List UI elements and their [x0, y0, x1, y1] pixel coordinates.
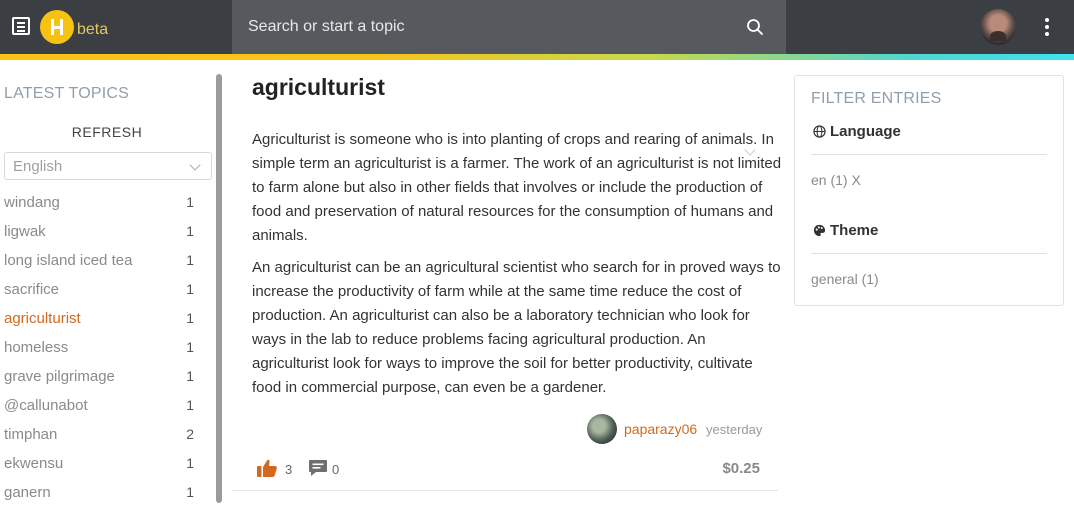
entry-paragraph: An agriculturist can be an agricultural …	[252, 259, 781, 396]
search-icon[interactable]	[746, 18, 764, 36]
topic-item[interactable]: ligwak 1	[4, 219, 200, 248]
chevron-down-icon	[189, 159, 201, 171]
filter-divider	[811, 154, 1047, 155]
comment-count: 0	[332, 462, 340, 477]
entry-paragraph: Agriculturist is someone who is into pla…	[252, 131, 782, 244]
entry-body: Agriculturist is someone who is into pla…	[252, 128, 782, 408]
topic-item[interactable]: timphan 2	[4, 422, 200, 451]
filter-panel: FILTER ENTRIES Language en (1) X Theme g…	[794, 75, 1064, 306]
language-select[interactable]: English	[4, 152, 212, 180]
hive-logo-icon[interactable]	[40, 10, 74, 44]
author-name[interactable]: paparazy06	[624, 421, 697, 437]
theme-filter-label: Theme	[813, 222, 878, 239]
language-filter-label: Language	[813, 123, 901, 140]
topic-name: ekwensu	[4, 455, 64, 472]
topic-name: sacrifice	[4, 281, 60, 298]
entry-divider	[232, 490, 778, 491]
entry-card: agriculturist Agriculturist is someone w…	[232, 60, 782, 503]
thumbs-up-icon[interactable]	[256, 458, 278, 478]
topic-name: ganern	[4, 484, 51, 501]
user-avatar[interactable]	[980, 9, 1016, 45]
search-bar	[232, 0, 786, 54]
beta-label: beta	[77, 21, 109, 38]
topic-name: grave pilgrimage	[4, 368, 115, 385]
topic-name: agriculturist	[4, 310, 81, 327]
entry-title: agriculturist	[252, 74, 385, 100]
topic-count: 1	[186, 281, 194, 297]
language-select-value: English	[13, 158, 63, 175]
topic-count: 2	[186, 426, 194, 442]
topic-count: 1	[186, 484, 194, 500]
entry-actions: 3 0 $0.25	[256, 458, 776, 482]
like-count: 3	[285, 462, 293, 477]
topic-count: 1	[186, 194, 194, 210]
theme-filter-text: Theme	[830, 222, 879, 239]
topic-count: 1	[186, 339, 194, 355]
topic-item[interactable]: grave pilgrimage 1	[4, 364, 200, 393]
topic-count: 1	[186, 397, 194, 413]
topic-name: windang	[4, 194, 60, 211]
refresh-button[interactable]: REFRESH	[4, 117, 210, 147]
topic-name: homeless	[4, 339, 69, 356]
topic-item[interactable]: homeless 1	[4, 335, 200, 364]
list-menu-icon[interactable]	[12, 17, 30, 35]
topic-count: 1	[186, 455, 194, 471]
filter-divider	[811, 253, 1047, 254]
topic-item[interactable]: @callunabot 1	[4, 393, 200, 422]
latest-topics-heading: LATEST TOPICS	[4, 85, 130, 102]
payout-value[interactable]: $0.25	[722, 460, 760, 477]
topic-name: long island iced tea	[4, 252, 133, 269]
latest-topics-sidebar: LATEST TOPICS REFRESH English windang 1 l…	[0, 60, 224, 503]
topic-name: timphan	[4, 426, 58, 443]
search-input[interactable]	[248, 15, 728, 39]
topic-count: 1	[186, 310, 194, 326]
topic-name: ligwak	[4, 223, 46, 240]
author-avatar[interactable]	[587, 414, 617, 444]
comment-icon[interactable]	[308, 459, 328, 477]
topic-item-active[interactable]: agriculturist 1	[4, 306, 200, 335]
theme-filter-value[interactable]: general (1)	[811, 271, 879, 287]
topic-item[interactable]: windang 1	[4, 190, 200, 219]
topic-item[interactable]: ganern 1	[4, 480, 200, 509]
topic-item[interactable]: long island iced tea 1	[4, 248, 200, 277]
topic-count: 1	[186, 368, 194, 384]
language-filter-value[interactable]: en (1) X	[811, 172, 861, 188]
top-bar: beta	[0, 0, 1074, 60]
topic-count: 1	[186, 223, 194, 239]
topic-name: @callunabot	[4, 397, 88, 414]
globe-icon	[813, 125, 826, 138]
post-time: yesterday	[706, 422, 763, 437]
topic-count: 1	[186, 252, 194, 268]
sidebar-scrollbar[interactable]	[216, 74, 222, 503]
kebab-menu-icon[interactable]	[1044, 18, 1050, 38]
topic-item[interactable]: sacrifice 1	[4, 277, 200, 306]
topic-item[interactable]: ekwensu 1	[4, 451, 200, 480]
language-filter-text: Language	[830, 123, 901, 140]
topic-list: windang 1 ligwak 1 long island iced tea 1 s…	[4, 190, 200, 509]
filter-heading: FILTER ENTRIES	[811, 90, 942, 107]
palette-icon	[813, 224, 826, 237]
